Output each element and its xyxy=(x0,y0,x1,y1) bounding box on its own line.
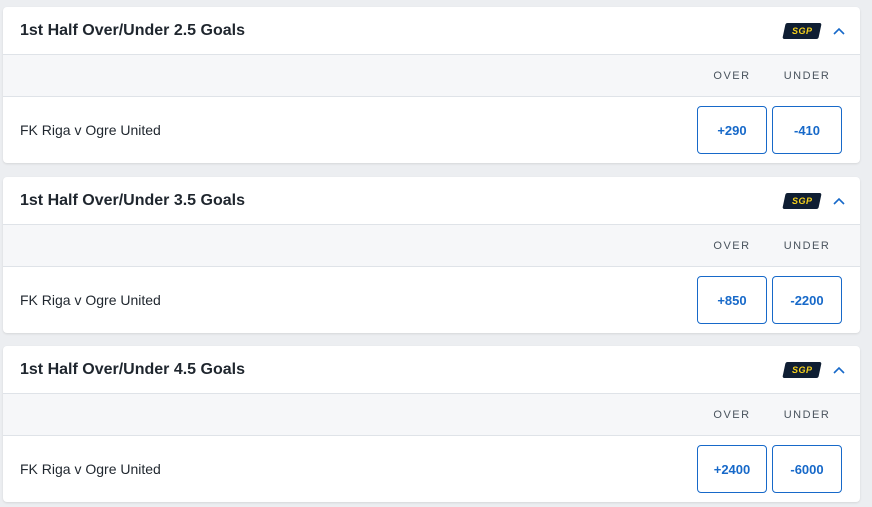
chevron-up-icon[interactable] xyxy=(832,363,846,377)
column-label-over: OVER xyxy=(713,240,751,252)
column-header-row: OVER UNDER xyxy=(3,394,860,436)
over-odds-button[interactable]: +850 xyxy=(697,276,767,324)
event-name: FK Riga v Ogre United xyxy=(20,292,161,308)
under-odds-button[interactable]: -2200 xyxy=(772,276,842,324)
selection-row: FK Riga v Ogre United +290 -410 xyxy=(3,97,860,163)
selection-row: FK Riga v Ogre United +850 -2200 xyxy=(3,267,860,333)
markets-page: 1st Half Over/Under 2.5 Goals SGP OVER U… xyxy=(0,0,872,507)
market-title: 1st Half Over/Under 4.5 Goals xyxy=(20,360,245,378)
over-odds-button[interactable]: +2400 xyxy=(697,445,767,493)
column-label-under: UNDER xyxy=(783,240,831,252)
sgp-badge-icon: SGP xyxy=(782,361,822,378)
market-title: 1st Half Over/Under 3.5 Goals xyxy=(20,191,245,209)
sgp-badge-icon: SGP xyxy=(782,22,822,39)
column-label-over: OVER xyxy=(713,70,751,82)
under-odds-button[interactable]: -6000 xyxy=(772,445,842,493)
market-card: 1st Half Over/Under 4.5 Goals SGP OVER U… xyxy=(3,346,860,502)
market-card: 1st Half Over/Under 2.5 Goals SGP OVER U… xyxy=(3,7,860,163)
sgp-badge-icon: SGP xyxy=(782,192,822,209)
market-header[interactable]: 1st Half Over/Under 2.5 Goals SGP xyxy=(3,7,860,55)
selection-row: FK Riga v Ogre United +2400 -6000 xyxy=(3,436,860,502)
market-header[interactable]: 1st Half Over/Under 3.5 Goals SGP xyxy=(3,177,860,225)
column-label-under: UNDER xyxy=(783,409,831,421)
event-name: FK Riga v Ogre United xyxy=(20,461,161,477)
over-odds-button[interactable]: +290 xyxy=(697,106,767,154)
column-header-row: OVER UNDER xyxy=(3,55,860,97)
market-title: 1st Half Over/Under 2.5 Goals xyxy=(20,21,245,39)
market-header[interactable]: 1st Half Over/Under 4.5 Goals SGP xyxy=(3,346,860,394)
chevron-up-icon[interactable] xyxy=(832,24,846,38)
column-header-row: OVER UNDER xyxy=(3,225,860,267)
under-odds-button[interactable]: -410 xyxy=(772,106,842,154)
column-label-under: UNDER xyxy=(783,70,831,82)
market-card: 1st Half Over/Under 3.5 Goals SGP OVER U… xyxy=(3,177,860,333)
chevron-up-icon[interactable] xyxy=(832,194,846,208)
event-name: FK Riga v Ogre United xyxy=(20,122,161,138)
column-label-over: OVER xyxy=(713,409,751,421)
